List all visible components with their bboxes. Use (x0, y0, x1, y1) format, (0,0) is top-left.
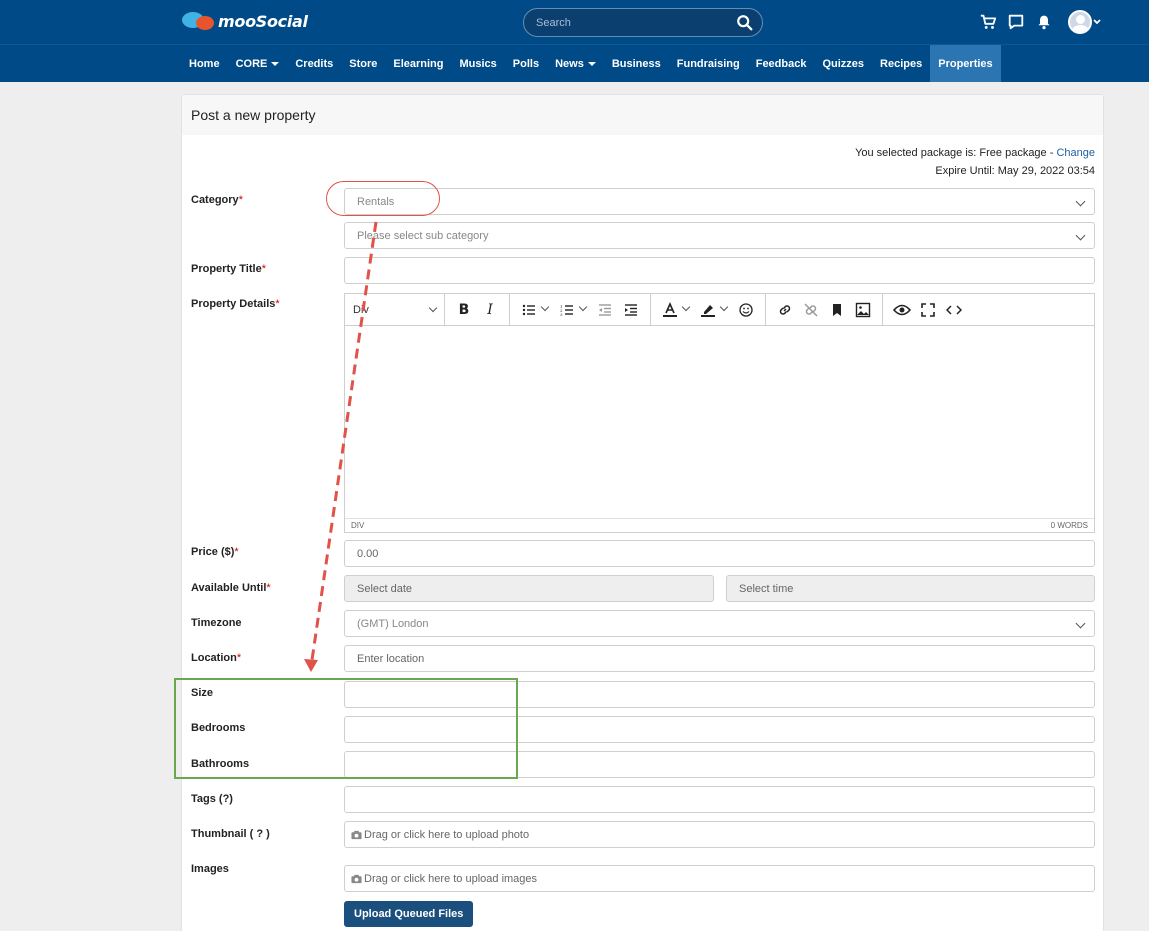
title-label: Property Title* (191, 263, 266, 275)
logo-text: mooSocial (218, 11, 308, 31)
tags-input[interactable] (344, 786, 1095, 813)
numbered-list-icon[interactable]: 123 (556, 299, 578, 321)
images-dropzone[interactable]: Drag or click here to upload images (344, 865, 1095, 892)
bathrooms-input[interactable] (344, 751, 1095, 778)
property-title-input[interactable] (344, 257, 1095, 284)
notifications-bell-icon[interactable] (1034, 12, 1054, 32)
logo[interactable]: mooSocial (182, 10, 308, 32)
link-icon[interactable] (774, 299, 796, 321)
nav-feedback[interactable]: Feedback (748, 45, 815, 82)
user-menu[interactable] (1068, 10, 1102, 34)
unlink-icon[interactable] (800, 299, 822, 321)
timezone-select[interactable]: (GMT) London (344, 610, 1095, 637)
rich-text-editor: Div B I 123 DIV 0 WORDS (344, 293, 1095, 533)
bookmark-icon[interactable] (826, 299, 848, 321)
page-title: Post a new property (191, 107, 316, 123)
chevron-down-icon (428, 303, 438, 313)
bullet-list-icon[interactable] (518, 299, 540, 321)
preview-eye-icon[interactable] (891, 299, 913, 321)
logo-chat-icon (182, 10, 216, 32)
price-label: Price ($)* (191, 546, 239, 558)
camera-icon (351, 830, 362, 839)
text-color-icon[interactable] (659, 299, 681, 321)
nav-quizzes[interactable]: Quizzes (814, 45, 872, 82)
outdent-icon[interactable] (594, 299, 616, 321)
nav-properties[interactable]: Properties (930, 45, 1001, 82)
category-select[interactable]: Rentals (344, 188, 1095, 215)
time-input[interactable] (726, 575, 1095, 602)
nav-recipes[interactable]: Recipes (872, 45, 930, 82)
card-header: Post a new property (182, 95, 1103, 135)
messages-icon[interactable] (1006, 12, 1026, 32)
thumbnail-label: Thumbnail ( ? ) (191, 828, 270, 840)
cart-icon[interactable] (978, 12, 998, 32)
upload-queued-files-button[interactable]: Upload Queued Files (344, 901, 474, 927)
main-nav: Home CORE Credits Store Elearning Musics… (0, 45, 1149, 82)
nav-business[interactable]: Business (604, 45, 669, 82)
caret-down-icon (271, 61, 280, 66)
price-input[interactable] (344, 540, 1095, 567)
nav-store[interactable]: Store (341, 45, 385, 82)
svg-text:3: 3 (560, 312, 563, 316)
caret-down-icon (587, 61, 596, 66)
nav-elearning[interactable]: Elearning (385, 45, 451, 82)
available-until-label: Available Until* (191, 582, 271, 594)
size-input[interactable] (344, 681, 1095, 708)
editor-content-area[interactable] (345, 326, 1094, 518)
top-bar: mooSocial (0, 0, 1149, 45)
chevron-down-icon[interactable] (540, 302, 550, 313)
search-icon[interactable] (736, 14, 754, 32)
nav-news[interactable]: News (547, 45, 604, 82)
expire-text: Expire Until: May 29, 2022 03:54 (935, 165, 1095, 177)
location-label: Location* (191, 652, 242, 664)
nav-fundraising[interactable]: Fundraising (669, 45, 748, 82)
fullscreen-icon[interactable] (917, 299, 939, 321)
bedrooms-label: Bedrooms (191, 722, 246, 734)
bedrooms-input[interactable] (344, 716, 1095, 743)
chevron-down-icon[interactable] (681, 302, 691, 313)
subcategory-select[interactable]: Please select sub category (344, 222, 1095, 249)
size-label: Size (191, 687, 214, 699)
chevron-down-icon[interactable] (719, 302, 729, 313)
date-input[interactable] (344, 575, 714, 602)
editor-path: DIV (351, 521, 365, 530)
tags-label: Tags (?) (191, 793, 233, 805)
indent-icon[interactable] (620, 299, 642, 321)
top-icons (978, 10, 1102, 34)
image-icon[interactable] (852, 299, 874, 321)
location-input[interactable] (344, 645, 1095, 672)
block-format-select[interactable]: Div (345, 293, 445, 326)
search-box (523, 8, 763, 37)
timezone-label: Timezone (191, 617, 242, 629)
images-label: Images (191, 863, 229, 875)
thumbnail-dropzone[interactable]: Drag or click here to upload photo (344, 821, 1095, 848)
search-input[interactable] (536, 15, 726, 31)
post-property-card: Post a new property You selected package… (181, 94, 1104, 931)
camera-icon (351, 874, 362, 883)
emoji-icon[interactable] (735, 299, 757, 321)
code-view-icon[interactable] (943, 299, 965, 321)
nav-polls[interactable]: Polls (505, 45, 547, 82)
details-label: Property Details* (191, 298, 280, 310)
nav-credits[interactable]: Credits (287, 45, 341, 82)
avatar (1068, 10, 1092, 34)
editor-status-bar: DIV 0 WORDS (345, 518, 1094, 532)
editor-toolbar: Div B I 123 (345, 293, 1094, 326)
bold-icon[interactable]: B (453, 299, 475, 321)
nav-musics[interactable]: Musics (452, 45, 505, 82)
category-label: Category* (191, 194, 243, 206)
bathrooms-label: Bathrooms (191, 758, 250, 770)
chevron-down-icon (1093, 19, 1101, 25)
word-count: 0 WORDS (1050, 521, 1088, 530)
italic-icon[interactable]: I (479, 299, 501, 321)
nav-core[interactable]: CORE (228, 45, 288, 82)
change-package-link[interactable]: Change (1056, 147, 1095, 159)
nav-home[interactable]: Home (181, 45, 228, 82)
chevron-down-icon[interactable] (578, 302, 588, 313)
package-info: You selected package is: Free package - … (855, 144, 1095, 180)
highlight-icon[interactable] (697, 299, 719, 321)
